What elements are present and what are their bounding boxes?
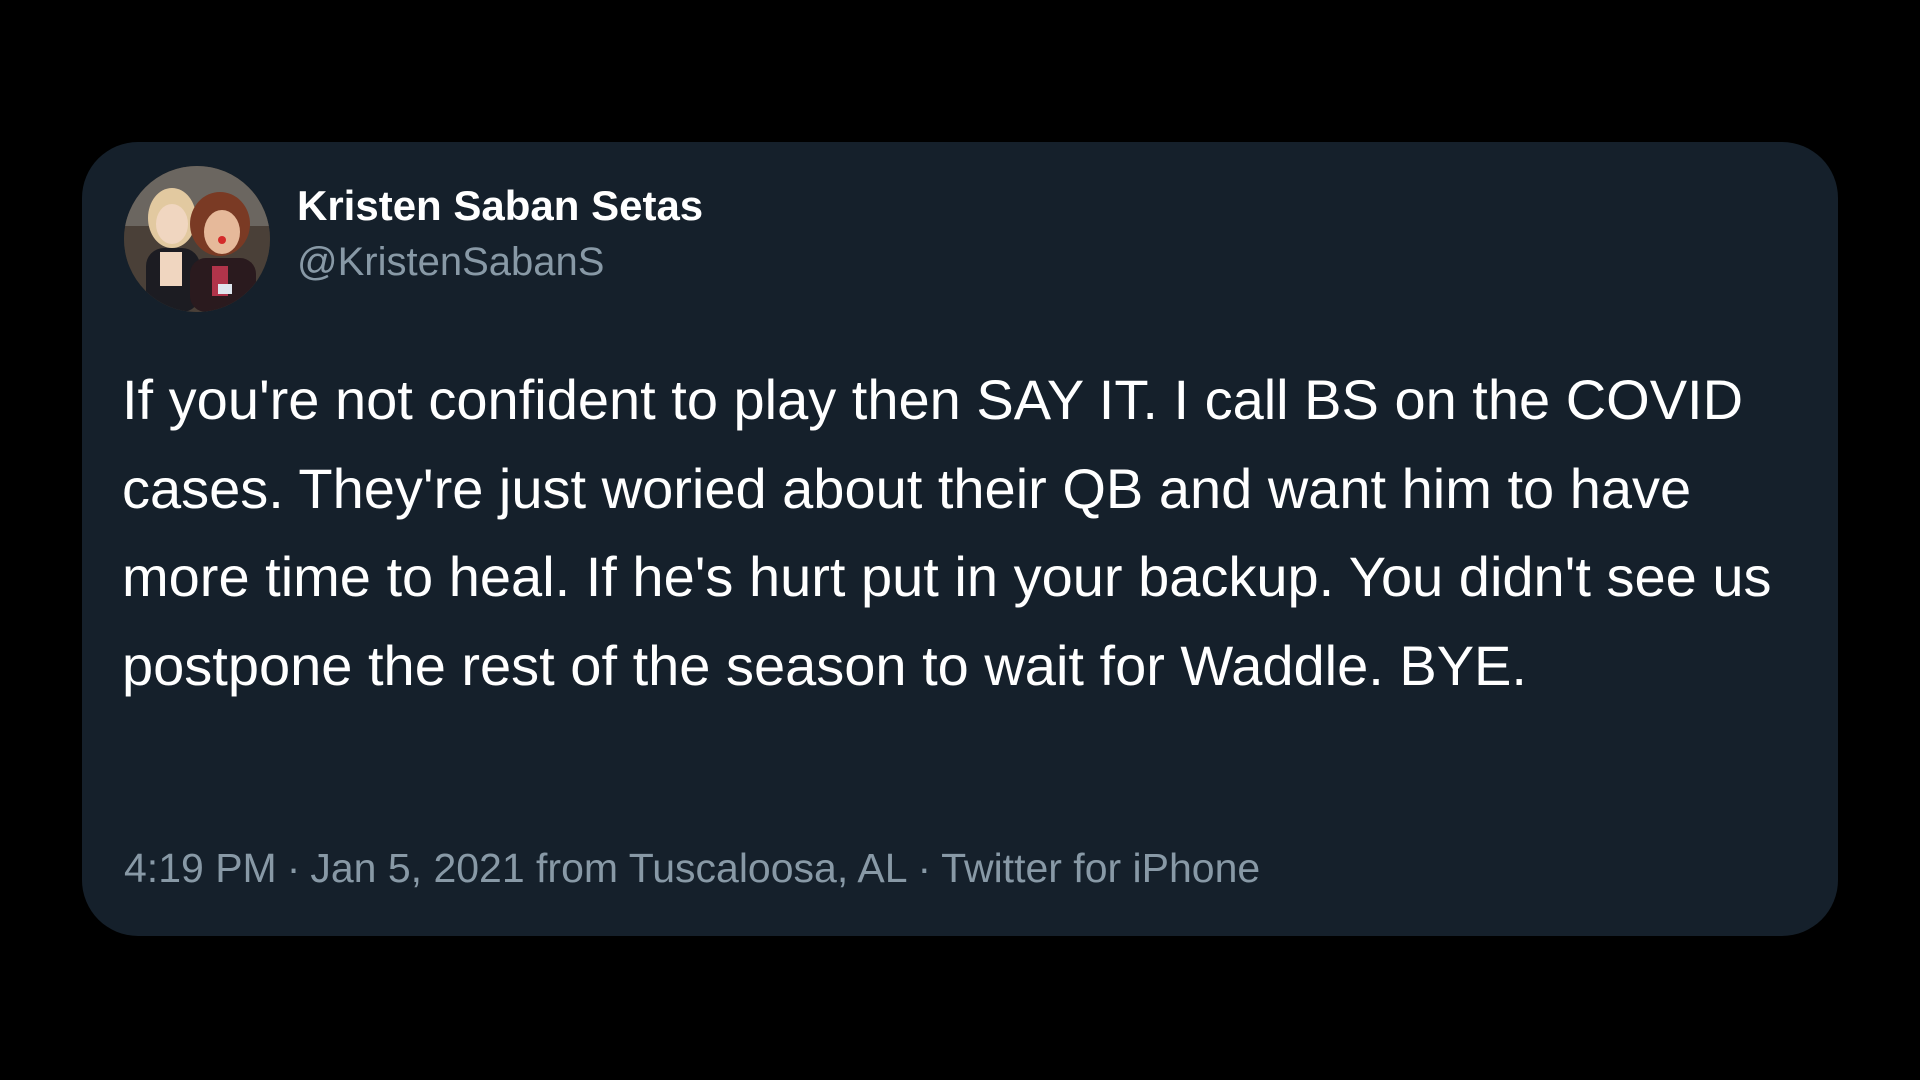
avatar[interactable] bbox=[124, 166, 270, 312]
tweet-text: If you're not confident to play then SAY… bbox=[122, 368, 1772, 697]
tweet-time[interactable]: 4:19 PM bbox=[124, 845, 277, 891]
author-handle[interactable]: @KristenSabanS bbox=[297, 236, 703, 288]
profile-photo-icon bbox=[124, 166, 270, 312]
meta-separator: · bbox=[917, 845, 932, 891]
author-block: Kristen Saban Setas @KristenSabanS bbox=[297, 180, 703, 288]
author-display-name[interactable]: Kristen Saban Setas bbox=[297, 180, 703, 232]
tweet-card: Kristen Saban Setas @KristenSabanS If yo… bbox=[82, 142, 1838, 936]
meta-separator: · bbox=[286, 845, 301, 891]
tweet-source[interactable]: Twitter for iPhone bbox=[941, 845, 1260, 891]
tweet-meta: 4:19 PM · Jan 5, 2021 from Tuscaloosa, AL ·… bbox=[124, 842, 1260, 894]
tweet-date-location[interactable]: Jan 5, 2021 from Tuscaloosa, AL bbox=[310, 845, 907, 891]
